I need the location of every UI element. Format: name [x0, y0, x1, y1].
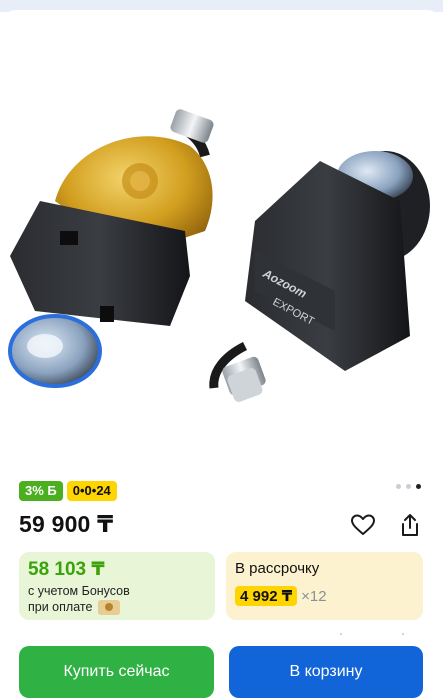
pager-dot[interactable] — [396, 484, 401, 489]
divider — [340, 633, 404, 635]
add-to-cart-button[interactable]: В корзину — [229, 646, 423, 698]
installment-title: В рассрочку — [235, 560, 320, 577]
product-image[interactable]: Aozoom EXPORT — [0, 26, 443, 476]
installment-card[interactable]: В рассрочку 4 992 ₸ ×12 — [226, 552, 423, 620]
installment-monthly: 4 992 ₸ — [235, 586, 298, 606]
projector-lenses-illustration: Aozoom EXPORT — [8, 109, 430, 402]
kaspi-coin-icon — [98, 599, 121, 615]
pager-dot[interactable] — [406, 484, 411, 489]
share-button[interactable] — [395, 510, 425, 540]
favorite-button[interactable] — [348, 510, 378, 540]
bonus-price-card[interactable]: 58 103 ₸ с учетом Бонусов при оплате — [19, 552, 215, 620]
bonus-line-2: при оплате — [28, 600, 93, 614]
sheet-top — [0, 10, 443, 26]
share-icon — [402, 514, 418, 536]
bonus-description: с учетом Бонусов при оплате — [28, 583, 206, 615]
promo-badges: 3% Б 0•0•24 — [19, 481, 117, 501]
bonus-line-1: с учетом Бонусов — [28, 584, 130, 598]
gallery-pager[interactable] — [396, 484, 421, 489]
bonus-price: 58 103 ₸ — [28, 559, 105, 580]
buy-now-button[interactable]: Купить сейчас — [19, 646, 214, 698]
pager-dot-active[interactable] — [416, 484, 421, 489]
installment-badge: 0•0•24 — [66, 481, 117, 501]
product-price: 59 900 ₸ — [19, 511, 114, 537]
installment-multiplier: ×12 — [301, 587, 327, 605]
heart-icon — [351, 514, 375, 535]
bonus-badge: 3% Б — [19, 481, 63, 501]
